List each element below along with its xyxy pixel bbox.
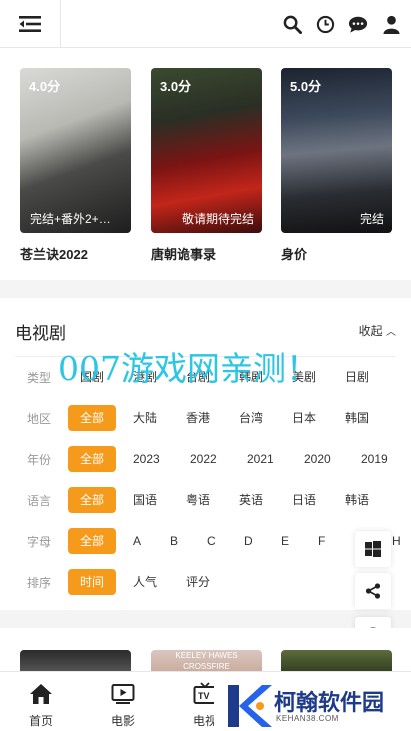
filter-label: 字母	[27, 535, 52, 549]
watermark-text: 007游戏网亲测！	[58, 349, 319, 388]
filter-option-selected[interactable]: 全部	[68, 487, 116, 513]
history-icon[interactable]	[315, 14, 335, 34]
filter-row-region: 地区 全部 大陆 香港 台湾 日本 韩国	[0, 405, 411, 431]
filter-option[interactable]: H	[392, 528, 401, 554]
filter-label: 年份	[27, 453, 52, 467]
tab-label: 首页	[28, 714, 53, 728]
collapse-toggle[interactable]: 收起 ︿	[359, 322, 396, 339]
filter-option[interactable]: 2019	[361, 446, 388, 472]
filter-option-selected[interactable]: 全部	[68, 405, 116, 431]
filter-option[interactable]: 粤语	[186, 487, 210, 513]
menu-icon	[19, 16, 41, 32]
poster-status: 完结+番外2+…	[30, 212, 111, 226]
search-icon[interactable]	[282, 14, 302, 34]
filter-option[interactable]: 韩语	[345, 487, 369, 513]
windows-button[interactable]	[355, 531, 391, 567]
filter-option-selected[interactable]: 全部	[68, 446, 116, 472]
logo-k-icon	[228, 685, 272, 727]
top-bar	[0, 0, 411, 48]
poster-text: KEELEY HAWES CROSSFIRE	[175, 651, 238, 671]
poster-title[interactable]: 唐朝诡事录	[151, 244, 216, 263]
filter-row-language: 语言 全部 国语 粤语 英语 日语 韩语	[0, 487, 411, 513]
poster-card[interactable]: 3.0分 敬请期待完结	[151, 68, 262, 233]
filter-option[interactable]: 大陆	[133, 405, 157, 431]
section-title: 电视剧	[15, 324, 66, 343]
poster-score: 3.0分	[160, 79, 192, 94]
filter-option[interactable]: 英语	[239, 487, 263, 513]
filter-option[interactable]: 2023	[133, 446, 160, 472]
tab-home[interactable]: 首页	[0, 672, 82, 731]
filter-option[interactable]: 台湾	[239, 405, 263, 431]
collapse-label: 收起	[358, 324, 383, 338]
svg-text:TV: TV	[198, 691, 210, 701]
poster-card[interactable]: 5.0分 完结	[281, 68, 392, 233]
filter-option[interactable]: 国语	[133, 487, 157, 513]
filter-option[interactable]: 香港	[186, 405, 210, 431]
user-icon[interactable]	[381, 14, 401, 34]
chevron-up-icon: ︿	[386, 327, 396, 338]
filter-option[interactable]: 日语	[292, 487, 316, 513]
filter-option[interactable]: D	[244, 528, 253, 554]
logo-name: 柯翰软件园	[274, 690, 385, 715]
home-icon	[30, 684, 52, 704]
poster-list: 4.0分 完结+番外2+… 苍兰诀2022 3.0分 敬请期待完结 唐朝诡事录 …	[0, 48, 411, 280]
site-logo: 柯翰软件园 KEHAN38.COM	[214, 680, 411, 731]
filter-label: 排序	[27, 576, 52, 590]
filter-option[interactable]: 2020	[304, 446, 331, 472]
filter-option[interactable]: A	[133, 528, 141, 554]
filter-option[interactable]: C	[207, 528, 216, 554]
filter-option[interactable]: 人气	[133, 569, 157, 595]
filter-option[interactable]: 日本	[292, 405, 316, 431]
poster-title[interactable]: 苍兰诀2022	[20, 244, 88, 263]
poster-status: 完结	[359, 212, 384, 226]
filter-label: 地区	[27, 412, 52, 426]
poster-status: 敬请期待完结	[181, 212, 254, 226]
poster-title[interactable]: 身价	[281, 244, 307, 263]
filter-option[interactable]: 日剧	[345, 364, 369, 390]
filter-option[interactable]: 2022	[190, 446, 217, 472]
filter-option[interactable]: 2021	[247, 446, 274, 472]
filter-row-letter: 字母 全部 A B C D E F G H	[0, 528, 411, 554]
poster-card[interactable]: 4.0分 完结+番外2+…	[20, 68, 131, 233]
share-icon	[365, 583, 381, 599]
filter-option[interactable]: F	[318, 528, 325, 554]
windows-icon	[365, 541, 381, 557]
filter-option-selected[interactable]: 时间	[68, 569, 116, 595]
logo-domain: KEHAN38.COM	[276, 714, 339, 723]
share-button[interactable]	[355, 573, 391, 609]
filter-label: 类型	[27, 371, 52, 385]
movie-icon	[111, 684, 135, 704]
filter-option[interactable]: E	[281, 528, 289, 554]
poster-score: 4.0分	[29, 79, 61, 94]
poster-list-next: KEELEY HAWES CROSSFIRE	[0, 628, 411, 675]
tab-movie[interactable]: 电影	[82, 672, 164, 731]
poster-score: 5.0分	[290, 79, 322, 94]
filter-option-selected[interactable]: 全部	[68, 528, 116, 554]
menu-button[interactable]	[0, 0, 61, 48]
filter-row-sort: 排序 时间 人气 评分	[0, 569, 411, 595]
filter-option[interactable]: 韩国	[345, 405, 369, 431]
filter-label: 语言	[27, 494, 52, 508]
message-icon[interactable]	[348, 14, 368, 34]
filter-row-year: 年份 全部 2023 2022 2021 2020 2019	[0, 446, 411, 472]
filter-option[interactable]: 评分	[186, 569, 210, 595]
filter-option[interactable]: B	[170, 528, 178, 554]
tab-label: 电影	[110, 714, 135, 728]
